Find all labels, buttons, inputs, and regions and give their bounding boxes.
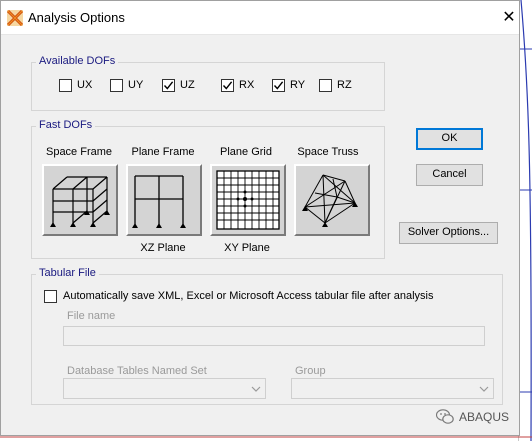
available-dofs-label: Available DOFs bbox=[36, 55, 119, 67]
dof-label-rx: RX bbox=[239, 79, 255, 91]
dof-label-uz: UZ bbox=[180, 79, 195, 91]
watermark-text: ABAQUS bbox=[459, 410, 510, 424]
tabular-file-label: Tabular File bbox=[36, 267, 99, 279]
app-icon bbox=[7, 10, 23, 26]
fast-dofs-label: Fast DOFs bbox=[36, 119, 96, 131]
dof-checkbox-rz[interactable]: RZ bbox=[319, 78, 361, 94]
title-bar: Analysis Options ✕ bbox=[1, 1, 519, 35]
dof-label-uy: UY bbox=[128, 79, 144, 91]
cancel-button[interactable]: Cancel bbox=[416, 164, 483, 186]
chevron-down-icon bbox=[479, 386, 489, 392]
plane-frame-button[interactable] bbox=[126, 164, 202, 236]
dof-label-rz: RZ bbox=[337, 79, 352, 91]
wechat-icon bbox=[436, 409, 454, 424]
close-icon[interactable]: ✕ bbox=[499, 9, 519, 29]
window-title: Analysis Options bbox=[28, 10, 125, 25]
solver-options-button[interactable]: Solver Options... bbox=[399, 222, 498, 244]
space-frame-title: Space Frame bbox=[45, 146, 113, 158]
group-label: Group bbox=[295, 365, 326, 377]
named-set-dropdown[interactable] bbox=[63, 378, 266, 399]
space-frame-button[interactable] bbox=[42, 164, 118, 236]
space-truss-title: Space Truss bbox=[297, 146, 359, 158]
ok-button[interactable]: OK bbox=[416, 128, 483, 150]
dof-checkbox-ry[interactable]: RY bbox=[272, 78, 314, 94]
chevron-down-icon bbox=[251, 386, 261, 392]
plane-frame-sublabel: XZ Plane bbox=[140, 242, 186, 254]
dof-checkbox-ux[interactable]: UX bbox=[59, 78, 101, 94]
dof-checkbox-box-rx[interactable] bbox=[221, 79, 234, 92]
dof-checkbox-box-ux[interactable] bbox=[59, 79, 72, 92]
group-dropdown[interactable] bbox=[291, 378, 494, 399]
dof-label-ry: RY bbox=[290, 79, 306, 91]
dof-checkbox-box-uz[interactable] bbox=[162, 79, 175, 92]
dof-checkbox-box-ry[interactable] bbox=[272, 79, 285, 92]
file-name-label: File name bbox=[67, 310, 116, 322]
dof-checkbox-uy[interactable]: UY bbox=[110, 78, 152, 94]
plane-grid-button[interactable] bbox=[210, 164, 286, 236]
dof-checkbox-box-uy[interactable] bbox=[110, 79, 123, 92]
space-truss-icon bbox=[302, 174, 358, 227]
dof-checkbox-uz[interactable]: UZ bbox=[162, 78, 204, 94]
plane-grid-title: Plane Grid bbox=[220, 146, 272, 158]
background-window bbox=[518, 0, 532, 441]
available-dofs-group: Available DOFs UX UY UZ RX RY RZ bbox=[31, 55, 385, 111]
dof-label-ux: UX bbox=[77, 79, 93, 91]
plane-frame-title: Plane Frame bbox=[131, 146, 195, 158]
auto-save-checkbox[interactable]: Automatically save XML, Excel or Microso… bbox=[44, 289, 464, 305]
space-frame-icon bbox=[50, 176, 110, 227]
file-name-field[interactable] bbox=[63, 326, 485, 346]
dof-checkbox-rx[interactable]: RX bbox=[221, 78, 263, 94]
fast-dofs-group: Fast DOFs Space Frame Plane Frame Plane … bbox=[31, 119, 385, 259]
named-set-label: Database Tables Named Set bbox=[67, 365, 207, 377]
space-truss-button[interactable] bbox=[294, 164, 370, 236]
plane-grid-icon bbox=[216, 170, 280, 230]
dof-checkbox-box-rz[interactable] bbox=[319, 79, 332, 92]
plane-grid-sublabel: XY Plane bbox=[224, 242, 270, 254]
plane-frame-icon bbox=[132, 175, 186, 228]
auto-save-label: Automatically save XML, Excel or Microso… bbox=[63, 290, 434, 302]
auto-save-checkbox-box[interactable] bbox=[44, 290, 57, 303]
analysis-options-dialog: Analysis Options ✕ Available DOFs UX UY UZ… bbox=[0, 0, 520, 436]
tabular-file-group: Tabular File Automatically save XML, Exc… bbox=[31, 267, 503, 405]
